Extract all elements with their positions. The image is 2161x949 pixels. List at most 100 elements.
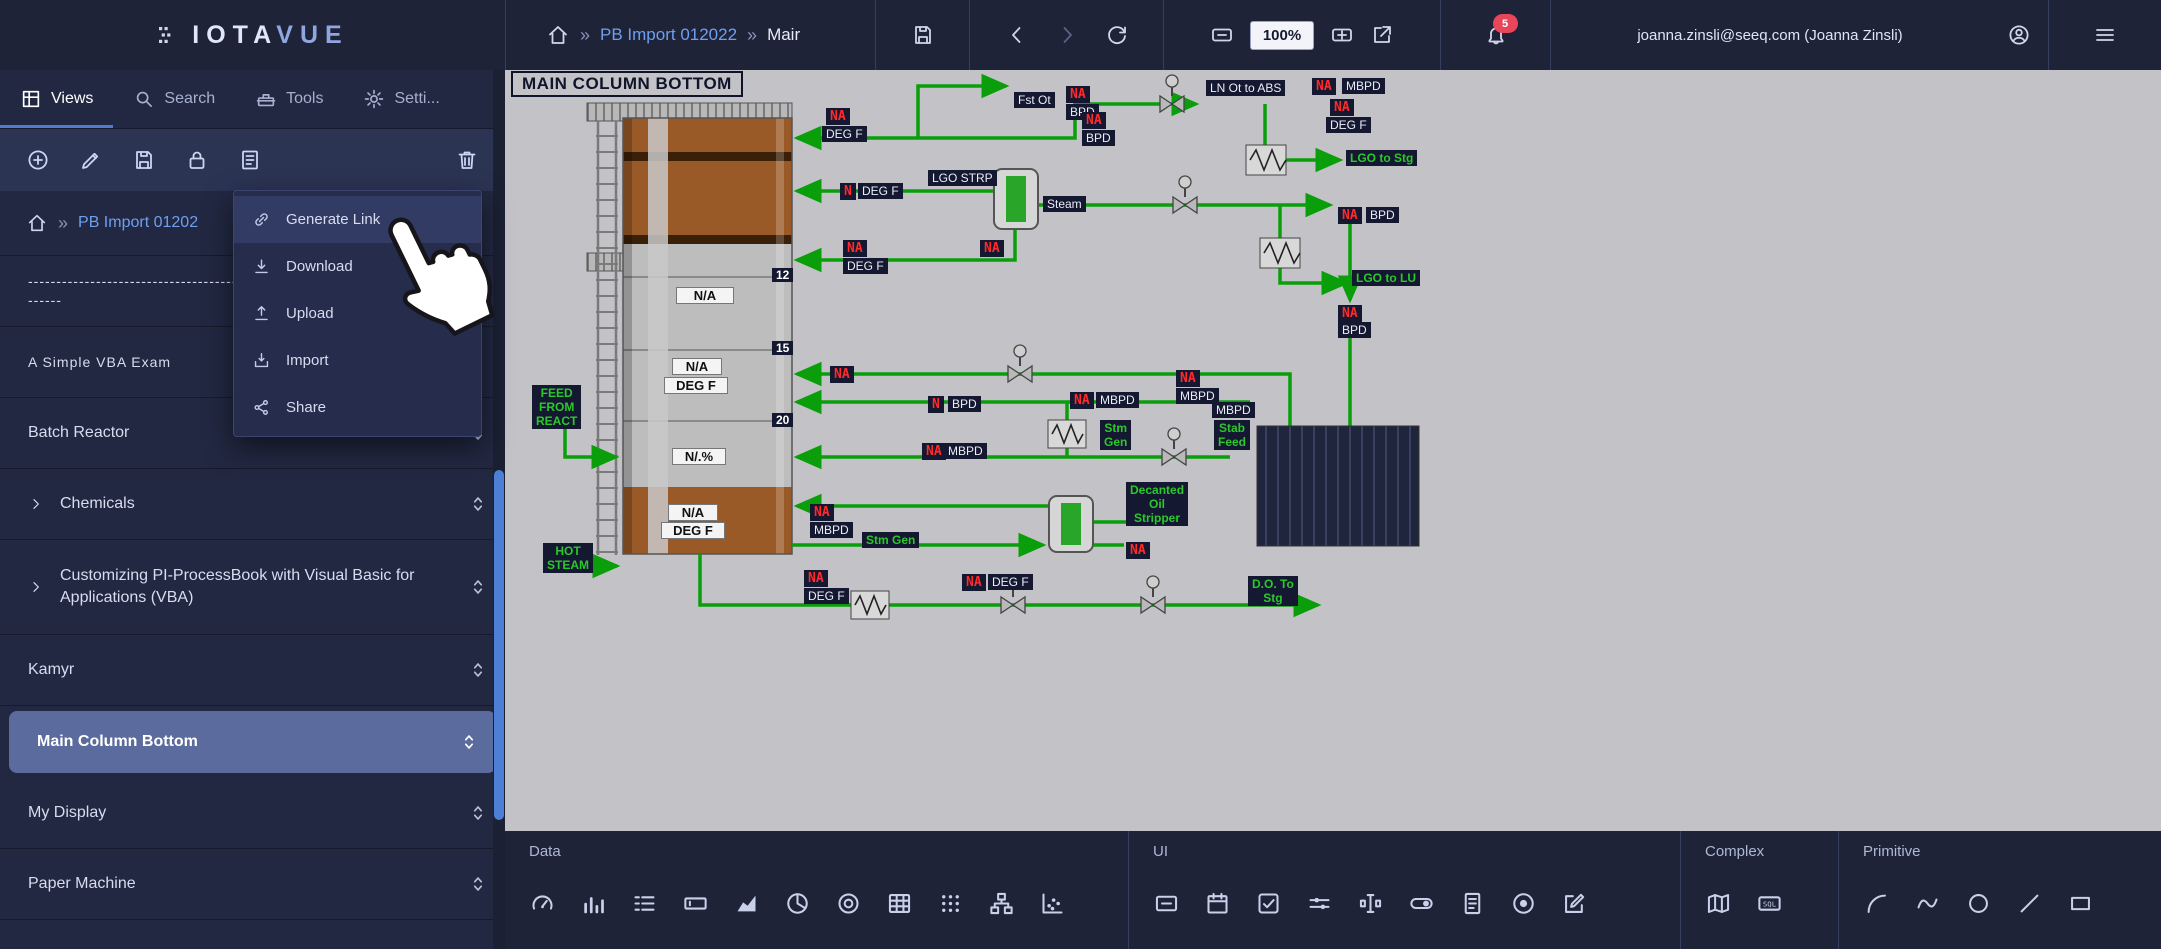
menu-item-upload[interactable]: Upload: [234, 290, 481, 337]
hamburger-menu-icon[interactable]: [2093, 23, 2117, 47]
curve-icon[interactable]: [1914, 890, 1941, 917]
list-detail-icon[interactable]: [631, 890, 658, 917]
notifications: 5: [1441, 0, 1550, 70]
tab-tools[interactable]: Tools: [235, 70, 343, 128]
pencil-icon[interactable]: [79, 148, 103, 172]
zoom-out-icon[interactable]: [1210, 23, 1234, 47]
sidebar-breadcrumb-label[interactable]: PB Import 01202: [78, 214, 198, 232]
menu-item-label: Share: [286, 399, 326, 416]
dock-section-title: UI: [1153, 843, 1656, 860]
dot-grid-icon[interactable]: [937, 890, 964, 917]
arc-icon[interactable]: [1863, 890, 1890, 917]
zoom-level[interactable]: 100%: [1250, 21, 1314, 50]
home-icon[interactable]: [26, 212, 48, 234]
pie-chart-icon[interactable]: [784, 890, 811, 917]
calendar-icon[interactable]: [1204, 890, 1231, 917]
account-icon[interactable]: [2007, 23, 2031, 47]
map-icon[interactable]: [1705, 890, 1732, 917]
sidebar-item-chemicals[interactable]: Chemicals: [0, 469, 505, 540]
svg-text:SQL: SQL: [1763, 900, 1777, 909]
trash-icon[interactable]: [455, 148, 479, 172]
forward-icon[interactable]: [1055, 23, 1079, 47]
brand-suffix: VUE: [276, 21, 348, 49]
edit-icon[interactable]: [1561, 890, 1588, 917]
tab-setti[interactable]: Setti...: [343, 70, 459, 128]
dock-section-data: Data: [505, 831, 1128, 949]
checkbox-icon[interactable]: [1255, 890, 1282, 917]
document-icon[interactable]: [1459, 890, 1486, 917]
sort-icon[interactable]: [467, 873, 489, 895]
gauge-icon[interactable]: [529, 890, 556, 917]
sidebar-scrollbar-track[interactable]: [493, 70, 505, 949]
zoom-controls: 100%: [1164, 0, 1440, 70]
tab-search[interactable]: Search: [113, 70, 235, 128]
home-icon[interactable]: [546, 23, 570, 47]
sidebar-item-kamyr[interactable]: Kamyr: [0, 635, 505, 706]
stepper-icon[interactable]: [1357, 890, 1384, 917]
panel-icon[interactable]: [1153, 890, 1180, 917]
sidebar-item-my-display[interactable]: My Display: [0, 778, 505, 849]
scatter-icon[interactable]: [1039, 890, 1066, 917]
table-icon[interactable]: [886, 890, 913, 917]
slider-icon[interactable]: [1306, 890, 1333, 917]
menu-item-share[interactable]: Share: [234, 384, 481, 431]
sidebar-item-paper-machine[interactable]: Paper Machine: [0, 849, 505, 920]
expand-chevron-icon[interactable]: [28, 496, 44, 512]
circle-icon[interactable]: [1965, 890, 1992, 917]
menu-item-label: Download: [286, 258, 353, 275]
radio-button-icon[interactable]: [1510, 890, 1537, 917]
brand-text: IOTAVUE: [192, 21, 348, 50]
sort-icon[interactable]: [467, 493, 489, 515]
dock-icons-row: [529, 868, 1104, 939]
search-icon: [133, 88, 155, 110]
tab-views[interactable]: Views: [0, 70, 113, 128]
sidebar-scrollbar-thumb[interactable]: [494, 470, 504, 820]
dock-section-primitive: Primitive: [1838, 831, 2161, 949]
dock-section-title: Complex: [1705, 843, 1814, 860]
tab-label: Setti...: [394, 90, 439, 108]
item-label: Batch Reactor: [28, 422, 129, 444]
notification-badge: 5: [1493, 14, 1518, 33]
input-box-icon[interactable]: [682, 890, 709, 917]
logo-pattern-icon: [156, 23, 180, 47]
save-icon[interactable]: [911, 23, 935, 47]
sidebar-item-customizing-pi-processbook-with-visual-b[interactable]: Customizing PI-ProcessBook with Visual B…: [0, 540, 505, 635]
zoom-in-icon[interactable]: [1330, 23, 1354, 47]
refresh-icon[interactable]: [1105, 23, 1129, 47]
expand-chevron-icon[interactable]: [28, 579, 44, 595]
sort-icon[interactable]: [467, 576, 489, 598]
rectangle-icon[interactable]: [2067, 890, 2094, 917]
sidebar-toolbar: [0, 129, 505, 191]
toggle-icon[interactable]: [1408, 890, 1435, 917]
floppy-icon[interactable]: [132, 148, 156, 172]
lock-icon[interactable]: [185, 148, 209, 172]
sort-icon[interactable]: [467, 659, 489, 681]
area-chart-icon[interactable]: [733, 890, 760, 917]
back-icon[interactable]: [1005, 23, 1029, 47]
user-email-text: joanna.zinsli@seeq.com (Joanna Zinsli): [1637, 27, 1902, 44]
doc-list-icon[interactable]: [238, 148, 262, 172]
menu-item-download[interactable]: Download: [234, 243, 481, 290]
menu-item-generate-link[interactable]: Generate Link: [234, 196, 481, 243]
sidebar-item-main-column-bottom[interactable]: Main Column Bottom: [9, 711, 496, 773]
open-external-icon[interactable]: [1370, 23, 1394, 47]
sort-icon[interactable]: [467, 802, 489, 824]
plus-circle-icon[interactable]: [26, 148, 50, 172]
notification-bell-button[interactable]: 5: [1484, 23, 1508, 47]
dock-section-title: Primitive: [1863, 843, 2137, 860]
brand-prefix: IOTA: [192, 21, 276, 49]
component-dock: Data UI Complex SQL Primitive: [505, 831, 2161, 949]
dock-section-title: Data: [529, 843, 1104, 860]
hierarchy-icon[interactable]: [988, 890, 1015, 917]
file-context-menu: Generate Link Download UploadImport Share: [233, 190, 482, 437]
item-label: Main Column Bottom: [37, 731, 198, 753]
menu-item-import[interactable]: Import: [234, 337, 481, 384]
line-icon[interactable]: [2016, 890, 2043, 917]
item-label: Paper Machine: [28, 873, 136, 895]
breadcrumb-parent[interactable]: PB Import 012022: [600, 25, 737, 45]
donut-chart-icon[interactable]: [835, 890, 862, 917]
sql-icon[interactable]: SQL: [1756, 890, 1783, 917]
bar-chart-icon[interactable]: [580, 890, 607, 917]
sort-icon[interactable]: [458, 731, 480, 753]
diagram-canvas[interactable]: [505, 70, 2161, 831]
